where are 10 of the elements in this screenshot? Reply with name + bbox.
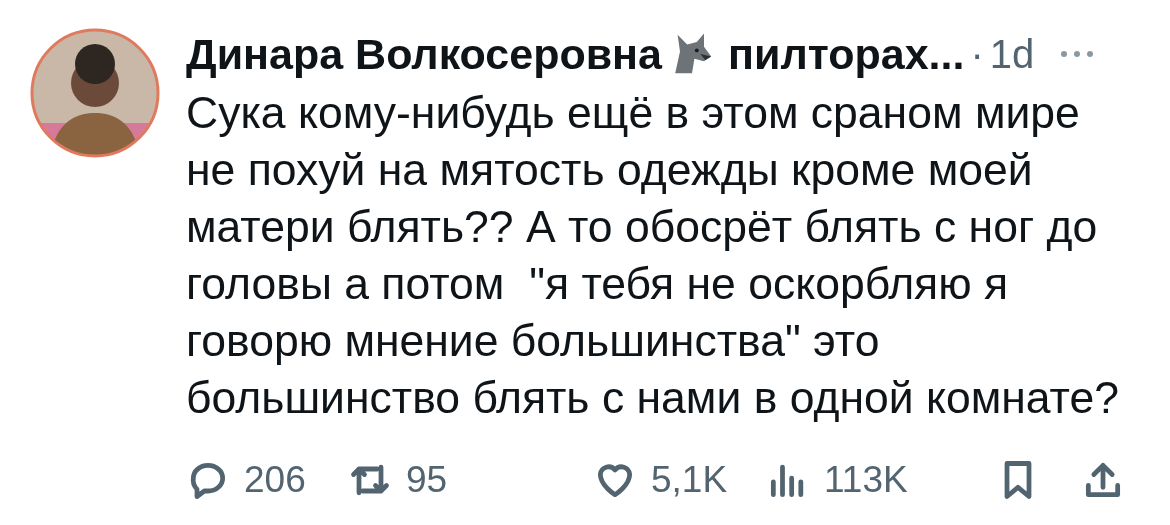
like-button[interactable]: 5,1K [593, 458, 766, 502]
author-name[interactable]: Динара Волкосеровна [186, 29, 662, 79]
views-button[interactable]: 113K [766, 458, 996, 502]
post-text: Сука кому-нибудь ещё в этом сраном мире не похуй на мятость одежды кроме моей матери блять?? А то обосрёт блять с ног до головы а потом "я тебя не оскорбляю я говорю мнение большинства" это большинство блять с нами в одной комнате? [186, 87, 1120, 424]
reply-button[interactable]: 206 [186, 458, 348, 502]
post-time[interactable]: 1d [989, 31, 1035, 77]
more-icon[interactable] [1060, 49, 1095, 59]
author-handle[interactable]: пилторах... [728, 29, 965, 79]
separator: · [970, 31, 984, 77]
repost-button[interactable]: 95 [348, 458, 593, 502]
